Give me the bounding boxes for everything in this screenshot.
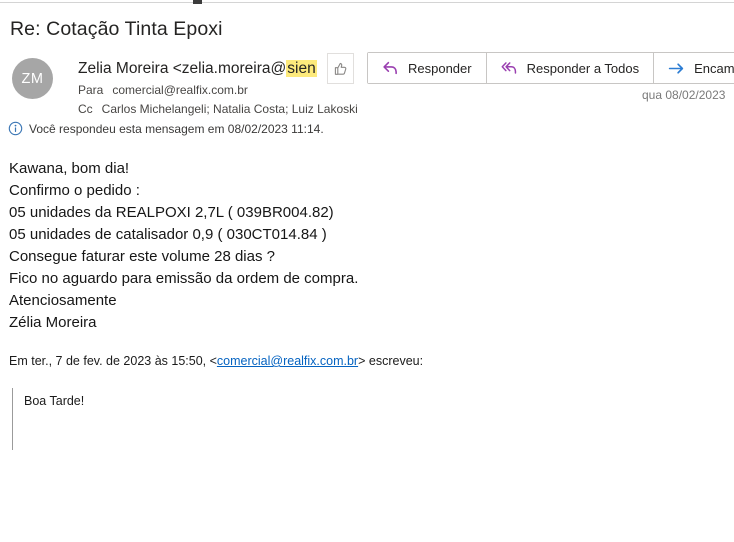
reply-button[interactable]: Responder: [368, 53, 486, 83]
avatar-initials: ZM: [22, 71, 44, 87]
reply-all-button[interactable]: Responder a Todos: [486, 53, 654, 83]
email-body: Kawana, bom dia! Confirmo o pedido : 05 …: [9, 158, 734, 450]
avatar[interactable]: ZM: [12, 58, 53, 99]
reply-label: Responder: [408, 61, 472, 76]
sender-block: Zelia Moreira <zelia.moreira@sien Paraco…: [78, 59, 358, 117]
quote-attribution: Em ter., 7 de fev. de 2023 às 15:50, <co…: [9, 350, 734, 372]
email-link[interactable]: comercial@realfix.com.br: [217, 354, 358, 368]
body-paragraph-items: 05 unidades da REALPOXI 2,7L ( 039BR004.…: [9, 202, 734, 246]
info-icon: [8, 121, 23, 136]
to-recipients[interactable]: comercial@realfix.com.br: [112, 83, 248, 97]
like-button[interactable]: [327, 53, 354, 84]
replied-notice: Você respondeu esta mensagem em 08/02/20…: [8, 121, 324, 136]
order-item-2: 05 unidades de catalisador 0,9 ( 030CT01…: [9, 226, 327, 243]
sender-name-text: Zelia Moreira <zelia.moreira@: [78, 60, 286, 77]
forward-label: Encaminhar: [694, 61, 734, 76]
thumbs-up-icon: [333, 61, 349, 77]
reply-icon: [382, 61, 399, 76]
body-paragraph-regards: Atenciosamente: [9, 290, 734, 312]
search-highlight: sien: [286, 60, 316, 77]
email-subject: Re: Cotação Tinta Epoxi: [10, 18, 223, 41]
response-actions: Responder Responder a Todos Encaminhar: [367, 52, 734, 84]
body-paragraph-question: Consegue faturar este volume 28 dias ?: [9, 246, 734, 268]
pane-top-divider: [0, 2, 734, 3]
quoted-text: Boa Tarde!: [24, 393, 734, 410]
replied-notice-text: Você respondeu esta mensagem em 08/02/20…: [29, 122, 324, 136]
forward-icon: [668, 61, 685, 76]
reply-all-label: Responder a Todos: [527, 61, 640, 76]
cc-recipients[interactable]: Carlos Michelangeli; Natalia Costa; Luiz…: [102, 102, 358, 116]
body-paragraph-greeting: Kawana, bom dia!: [9, 158, 734, 180]
quoted-message: Boa Tarde!: [12, 388, 734, 450]
body-paragraph-confirm: Confirmo o pedido :: [9, 180, 734, 202]
attribution-prefix: Em ter., 7 de fev. de 2023 às 15:50, <: [9, 354, 217, 368]
splitter-handle[interactable]: [193, 0, 202, 4]
body-paragraph-waiting: Fico no aguardo para emissão da ordem de…: [9, 268, 734, 290]
attribution-suffix: > escreveu:: [358, 354, 423, 368]
to-line: Para comercial@realfix.com.br: [78, 83, 358, 98]
email-reading-pane: { "subject": "Re: Cotação Tinta Epoxi", …: [0, 0, 734, 542]
order-item-1: 05 unidades da REALPOXI 2,7L ( 039BR004.…: [9, 204, 334, 221]
to-label: Para: [78, 83, 103, 97]
reply-all-icon: [501, 61, 518, 76]
received-date: qua 08/02/2023: [642, 88, 725, 102]
forward-button[interactable]: Encaminhar: [653, 53, 734, 83]
body-paragraph-signature: Zélia Moreira: [9, 312, 734, 334]
sender-name[interactable]: Zelia Moreira <zelia.moreira@sien: [78, 59, 358, 79]
cc-line: Cc Carlos Michelangeli; Natalia Costa; Lu…: [78, 102, 358, 117]
cc-label: Cc: [78, 102, 93, 116]
